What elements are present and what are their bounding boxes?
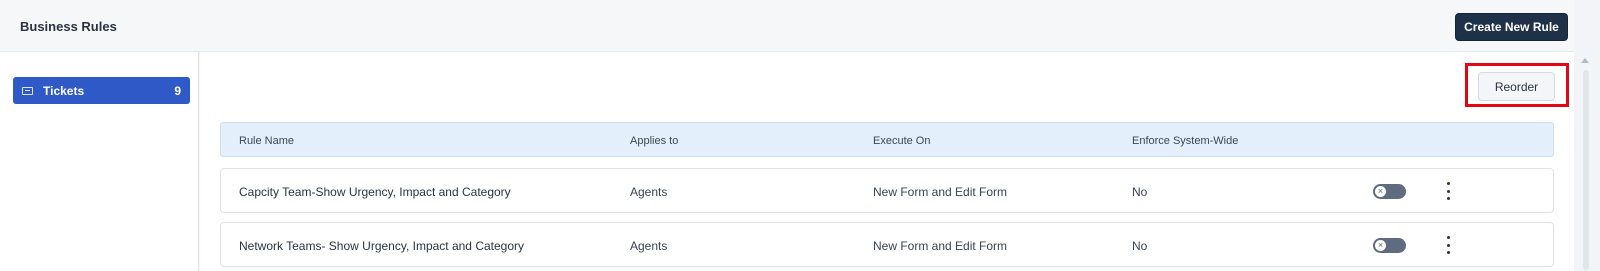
scroll-up-icon[interactable]: [1581, 58, 1589, 63]
page-title: Business Rules: [20, 19, 117, 34]
sidebar-item-tickets[interactable]: Tickets 9: [13, 77, 190, 104]
sidebar-item-label: Tickets: [43, 83, 85, 98]
rule-toggle[interactable]: ×: [1373, 238, 1406, 253]
rule-name[interactable]: Capcity Team-Show Urgency, Impact and Ca…: [239, 185, 511, 199]
execute-on: New Form and Edit Form: [873, 239, 1008, 253]
column-header-rule-name: Rule Name: [239, 135, 295, 147]
scrollbar-track[interactable]: [1583, 70, 1589, 270]
table-row[interactable]: Capcity Team-Show Urgency, Impact and Ca…: [220, 168, 1554, 213]
applies-to: Agents: [630, 239, 668, 253]
column-header-applies-to: Applies to: [630, 135, 679, 147]
toggle-off-icon: ×: [1374, 185, 1387, 198]
ticket-icon: [22, 86, 33, 95]
create-new-rule-button[interactable]: Create New Rule: [1455, 13, 1568, 41]
more-options-icon[interactable]: [1444, 236, 1452, 254]
column-header-execute-on: Execute On: [873, 135, 931, 147]
reorder-button[interactable]: Reorder: [1478, 72, 1555, 101]
execute-on: New Form and Edit Form: [873, 185, 1008, 199]
rule-toggle[interactable]: ×: [1373, 184, 1406, 199]
page-header: Business Rules: [0, 0, 1574, 52]
sidebar-item-count: 9: [174, 83, 181, 98]
app-frame: Business Rules Create New Rule Tickets 9…: [0, 0, 1600, 271]
sidebar: Tickets 9: [0, 52, 199, 271]
rule-name[interactable]: Network Teams- Show Urgency, Impact and …: [239, 239, 524, 253]
enforce-system-wide: No: [1132, 185, 1148, 199]
table-row[interactable]: Network Teams- Show Urgency, Impact and …: [220, 222, 1554, 267]
scrollbar[interactable]: [1574, 52, 1600, 271]
column-header-enforce-system-wide: Enforce System-Wide: [1132, 135, 1239, 147]
more-options-icon[interactable]: [1444, 182, 1452, 200]
applies-to: Agents: [630, 185, 668, 199]
enforce-system-wide: No: [1132, 239, 1148, 253]
table-header: Rule Name Applies to Execute On Enforce …: [220, 122, 1554, 157]
toggle-off-icon: ×: [1374, 239, 1387, 252]
